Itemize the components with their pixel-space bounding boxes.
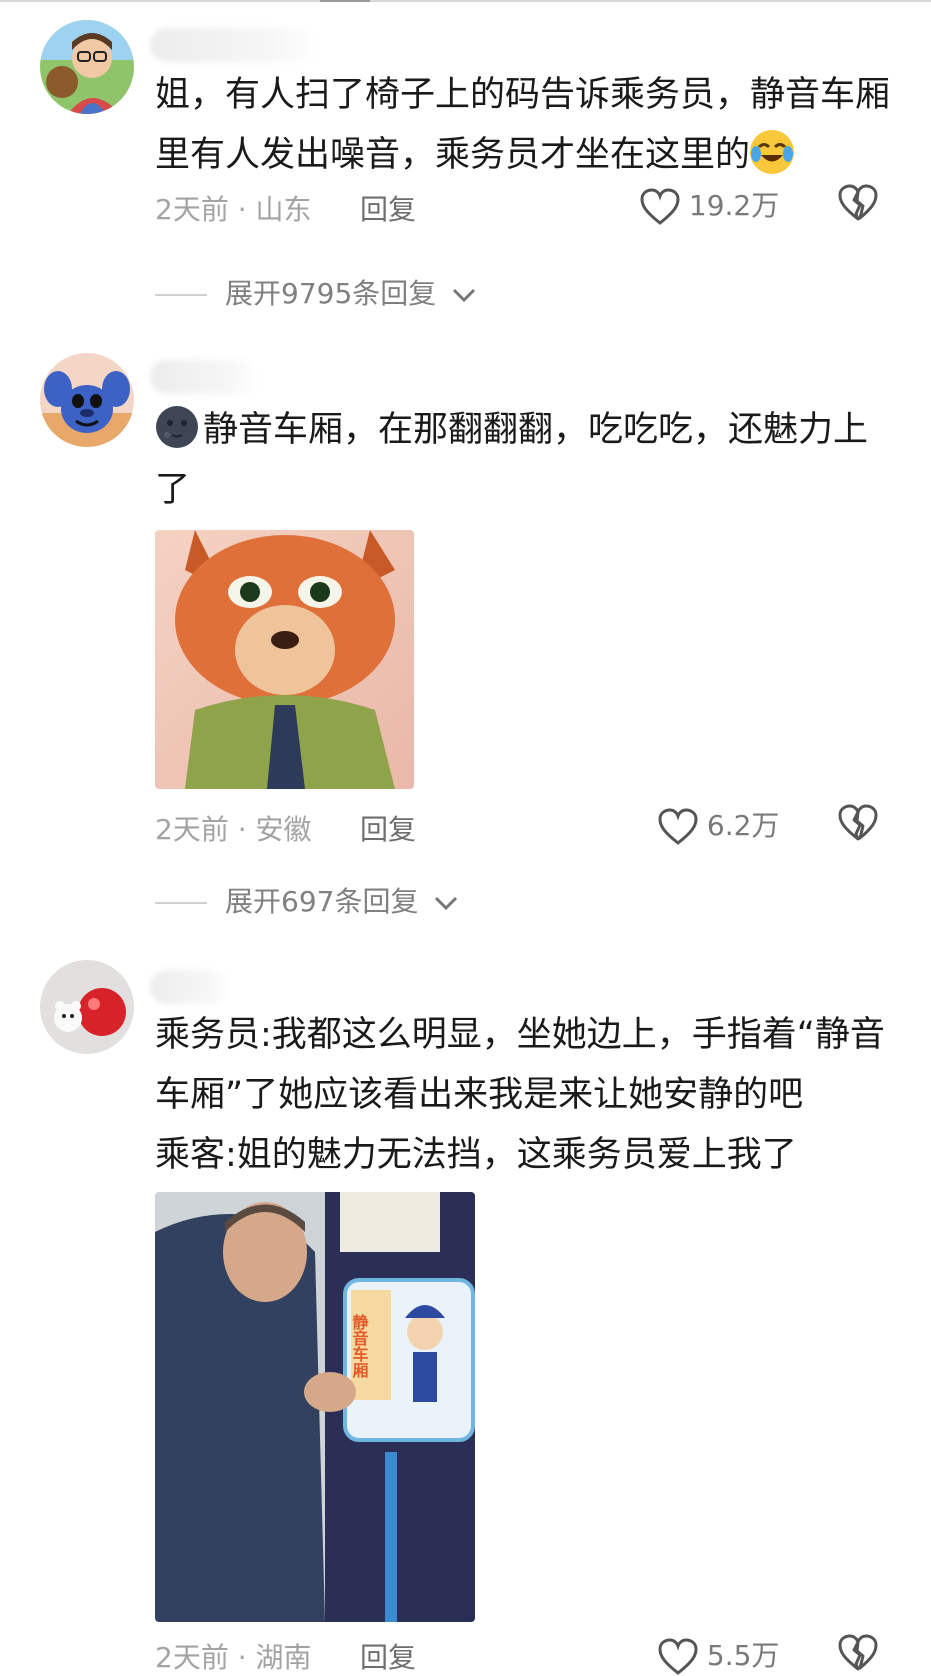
time-location: 2天前 · 山东 [155, 193, 312, 226]
chevron-down-icon [435, 896, 458, 911]
comment-line: 乘务员:我都这么明显，坐她边上，手指着“静音 [155, 1015, 885, 1055]
dislike-button[interactable] [838, 184, 878, 222]
expand-label: 展开9795条回复 [225, 277, 437, 310]
comment-text-content: 静音车厢，在那翻翻翻，吃吃吃，还魅力上了 [155, 410, 869, 510]
broken-heart-icon [838, 804, 878, 841]
avatar[interactable] [40, 960, 134, 1054]
like-button[interactable]: 5.5万 [658, 1634, 779, 1676]
like-button[interactable]: 6.2万 [658, 804, 779, 846]
comment-meta: 2天前 · 安徽 回复 [155, 808, 416, 848]
dislike-button[interactable] [838, 804, 878, 842]
comment-image[interactable] [155, 530, 414, 789]
divider-dash [155, 294, 207, 296]
comment-meta: 2天前 · 山东 回复 [155, 188, 416, 228]
avatar[interactable] [40, 353, 134, 447]
comment-meta: 2天前 · 湖南 回复 [155, 1636, 416, 1676]
expand-label: 展开697条回复 [225, 885, 419, 918]
expand-replies[interactable]: 展开697条回复 [155, 880, 459, 920]
heart-outline-icon [658, 808, 698, 845]
comment-line: 乘客:姐的魅力无法挡，这乘务员爱上我了 [155, 1135, 797, 1175]
time-location: 2天前 · 湖南 [155, 1641, 312, 1674]
comment-text: 姐，有人扫了椅子上的码告诉乘务员，静音车厢里有人发出噪音，乘务员才坐在这里的 [155, 65, 895, 185]
comment-image[interactable]: 静音车厢 [155, 1192, 475, 1622]
like-button[interactable]: 19.2万 [640, 184, 779, 226]
username-blurred[interactable] [150, 970, 230, 1004]
sign-text: 静音车厢 [350, 1313, 369, 1379]
comment-text: 乘务员:我都这么明显，坐她边上，手指着“静音 车厢”了她应该看出来我是来让她安静… [155, 1005, 895, 1185]
comment-line: 车厢”了她应该看出来我是来让她安静的吧 [155, 1075, 804, 1115]
time-location: 2天前 · 安徽 [155, 813, 312, 846]
crying-laughing-emoji [750, 130, 795, 174]
top-divider [0, 0, 931, 2]
like-count: 19.2万 [688, 189, 780, 222]
divider-dash [155, 902, 207, 904]
reply-button[interactable]: 回复 [360, 808, 416, 848]
comment-text: 静音车厢，在那翻翻翻，吃吃吃，还魅力上了 [155, 400, 895, 520]
like-count: 6.2万 [706, 809, 780, 842]
heart-outline-icon [658, 1638, 698, 1675]
like-count: 5.5万 [706, 1639, 780, 1672]
reply-button[interactable]: 回复 [360, 1636, 416, 1676]
broken-heart-icon [838, 1634, 878, 1671]
reply-button[interactable]: 回复 [360, 188, 416, 228]
heart-outline-icon [640, 188, 680, 225]
avatar[interactable] [40, 20, 134, 114]
username-blurred[interactable] [150, 28, 320, 62]
dark-moon-face-emoji [155, 405, 199, 449]
dislike-button[interactable] [838, 1634, 878, 1672]
chevron-down-icon [453, 288, 476, 303]
expand-replies[interactable]: 展开9795条回复 [155, 272, 477, 312]
broken-heart-icon [838, 184, 878, 221]
username-blurred[interactable] [150, 360, 260, 394]
